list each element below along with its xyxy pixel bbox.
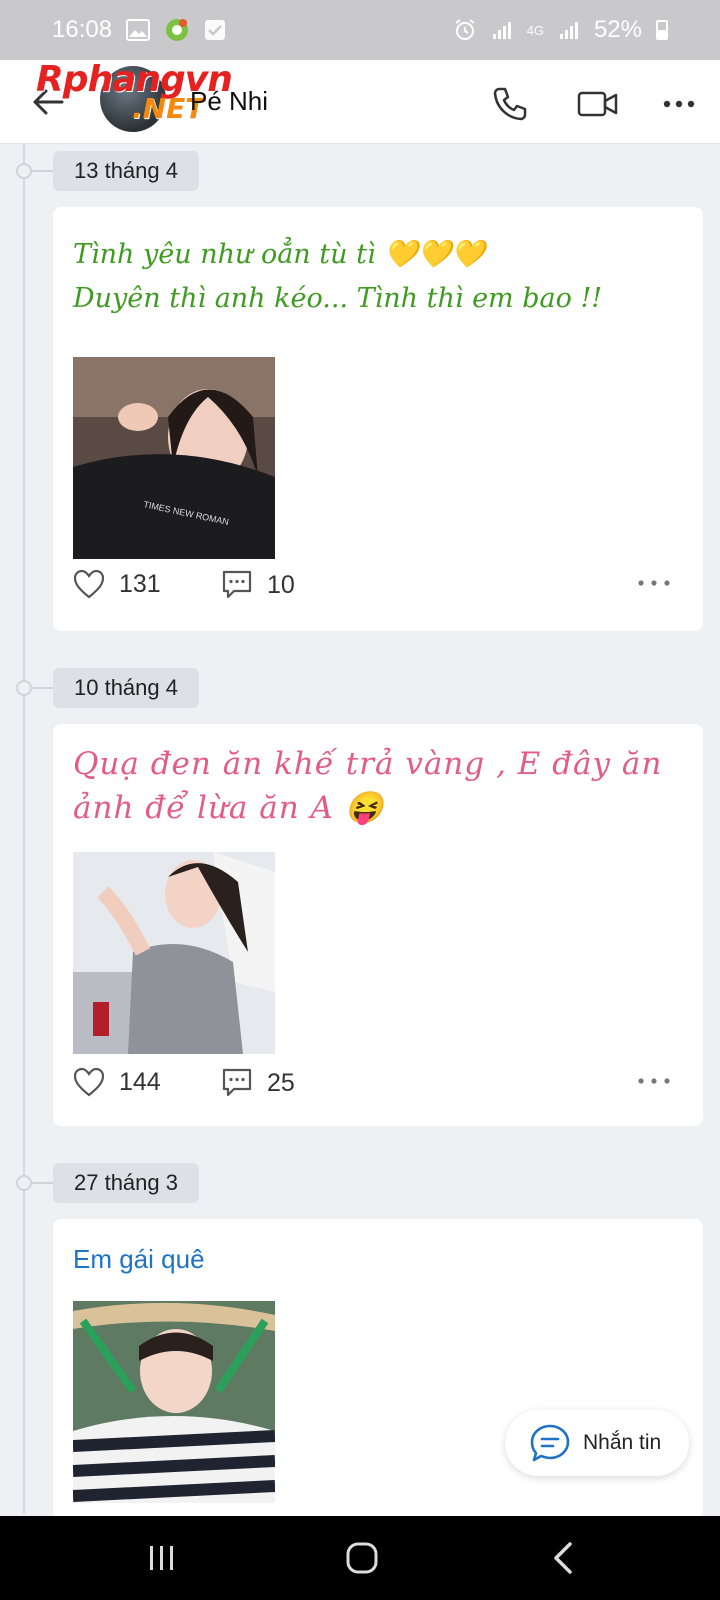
phone-icon[interactable]	[490, 84, 530, 124]
timeline-connector	[32, 1182, 54, 1184]
signal-icon	[559, 22, 578, 39]
more-icon[interactable]	[662, 84, 696, 124]
comment-icon	[222, 570, 252, 599]
post-card[interactable]: Quạ đen ăn khế trả vàng , E đây ăn ảnh đ…	[53, 724, 703, 1126]
post-text-line: Em gái quê	[73, 1244, 205, 1274]
status-time: 16:08	[52, 16, 113, 43]
post-more-icon[interactable]	[637, 578, 671, 588]
post-more-icon[interactable]	[637, 1076, 671, 1086]
comment-count: 10	[267, 570, 295, 599]
photo-image	[73, 852, 275, 1054]
post-photo[interactable]: TIMES NEW ROMAN	[73, 357, 275, 559]
post-text-line: Quạ đen ăn khế trả vàng , E đây ăn	[73, 746, 663, 782]
post-photo[interactable]	[73, 852, 275, 1054]
battery-icon	[656, 20, 668, 40]
comment-icon	[222, 1068, 252, 1097]
date-chip: 13 tháng 4	[53, 151, 199, 191]
like-button[interactable]: 131	[73, 569, 161, 599]
post-text-line: Tình yêu như oẳn tù tì 💛💛💛	[73, 239, 486, 270]
like-count: 131	[119, 569, 161, 598]
like-count: 144	[119, 1067, 161, 1096]
photo-image: TIMES NEW ROMAN	[73, 357, 275, 559]
status-left: 16:08	[52, 16, 226, 44]
post-text: Tình yêu như oẳn tù tì 💛💛💛 Duyên thì anh…	[73, 233, 602, 321]
alarm-icon	[455, 19, 475, 40]
photo-image	[73, 1301, 275, 1503]
back-nav-icon[interactable]	[542, 1536, 586, 1580]
timeline-node	[16, 163, 32, 179]
recent-apps-icon[interactable]	[140, 1536, 184, 1580]
post-text: Em gái quê	[73, 1239, 205, 1279]
comment-count: 25	[267, 1068, 295, 1097]
send-message-label: Nhắn tin	[583, 1431, 662, 1454]
status-right: 4G 52%	[453, 16, 668, 44]
heart-icon	[73, 1067, 105, 1097]
comment-button[interactable]: 25	[221, 1067, 295, 1099]
post-photo[interactable]	[73, 1301, 275, 1503]
chat-bubble-icon	[530, 1424, 570, 1462]
image-icon	[126, 19, 151, 41]
like-button[interactable]: 144	[73, 1067, 161, 1097]
post-card[interactable]: Tình yêu như oẳn tù tì 💛💛💛 Duyên thì anh…	[53, 207, 703, 631]
video-call-icon[interactable]	[576, 84, 620, 124]
date-chip: 27 tháng 3	[53, 1163, 199, 1203]
status-bar: 16:08 4G 52%	[0, 0, 720, 60]
timeline-node	[16, 1175, 32, 1191]
timeline-connector	[32, 170, 54, 172]
home-icon[interactable]	[340, 1536, 384, 1580]
network-type: 4G	[526, 22, 544, 38]
contact-name[interactable]: Pé Nhi	[190, 86, 268, 117]
timeline-line	[23, 144, 25, 1514]
post-text-line: Duyên thì anh kéo... Tình thì em bao !!	[73, 283, 603, 314]
battery-percent: 52%	[593, 16, 642, 43]
check-icon	[205, 20, 226, 40]
post-text-line: ảnh để lừa ăn A 😝	[73, 790, 385, 826]
timeline-node	[16, 680, 32, 696]
comment-button[interactable]: 10	[221, 569, 295, 601]
date-chip: 10 tháng 4	[53, 668, 199, 708]
post-text: Quạ đen ăn khế trả vàng , E đây ăn ảnh đ…	[73, 742, 662, 830]
signal-icon	[492, 22, 511, 39]
system-nav-bar	[0, 1516, 720, 1600]
heart-icon	[73, 569, 105, 599]
app-icon	[166, 19, 189, 41]
timeline-connector	[32, 687, 54, 689]
send-message-button[interactable]: Nhắn tin	[505, 1410, 689, 1476]
